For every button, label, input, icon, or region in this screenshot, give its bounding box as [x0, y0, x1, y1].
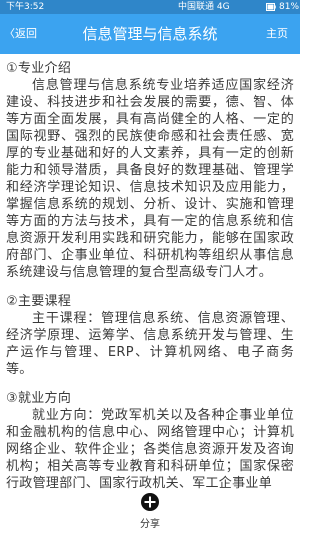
section-body: 就业方向：党政军机关以及各种企事业单位和金融机构的信息中心、网络管理中心；计算机…	[6, 408, 294, 491]
back-label: 〈返回	[4, 27, 37, 40]
status-bar: 下午3:52 中国联通 4G 81%	[0, 0, 300, 14]
section-body: 主干课程：管理信息系统、信息资源管理、经济学原理、运筹学、信息系统开发与管理、生…	[6, 311, 294, 377]
plus-circle-icon	[141, 493, 159, 511]
section-body: 信息管理与信息系统专业培养适应国家经济建设、科技进步和社会发展的需要，德、智、体…	[6, 78, 294, 280]
back-button[interactable]: 〈返回	[4, 14, 37, 54]
section-heading: ②主要课程	[6, 294, 72, 309]
status-carrier: 中国联通 4G	[178, 2, 230, 12]
status-time: 下午3:52	[6, 2, 45, 12]
title-bar: 〈返回 信息管理与信息系统 主页	[0, 14, 300, 54]
section-introduction: ①专业介绍 信息管理与信息系统专业培养适应国家经济建设、科技进步和社会发展的需要…	[6, 60, 294, 281]
section-heading: ①专业介绍	[6, 61, 72, 76]
home-button[interactable]: 主页	[266, 14, 288, 54]
status-battery-level: 81%	[279, 2, 300, 12]
article-content[interactable]: ①专业介绍 信息管理与信息系统专业培养适应国家经济建设、科技进步和社会发展的需要…	[6, 60, 294, 500]
share-button[interactable]: 分享	[0, 490, 300, 533]
page-title: 信息管理与信息系统	[82, 25, 218, 43]
share-label: 分享	[140, 519, 160, 530]
section-courses: ②主要课程 主干课程：管理信息系统、信息资源管理、经济学原理、运筹学、信息系统开…	[6, 293, 294, 378]
section-heading: ③就业方向	[6, 391, 72, 406]
battery-icon	[266, 3, 276, 11]
section-careers: ③就业方向 就业方向：党政军机关以及各种企事业单位和金融机构的信息中心、网络管理…	[6, 390, 294, 492]
